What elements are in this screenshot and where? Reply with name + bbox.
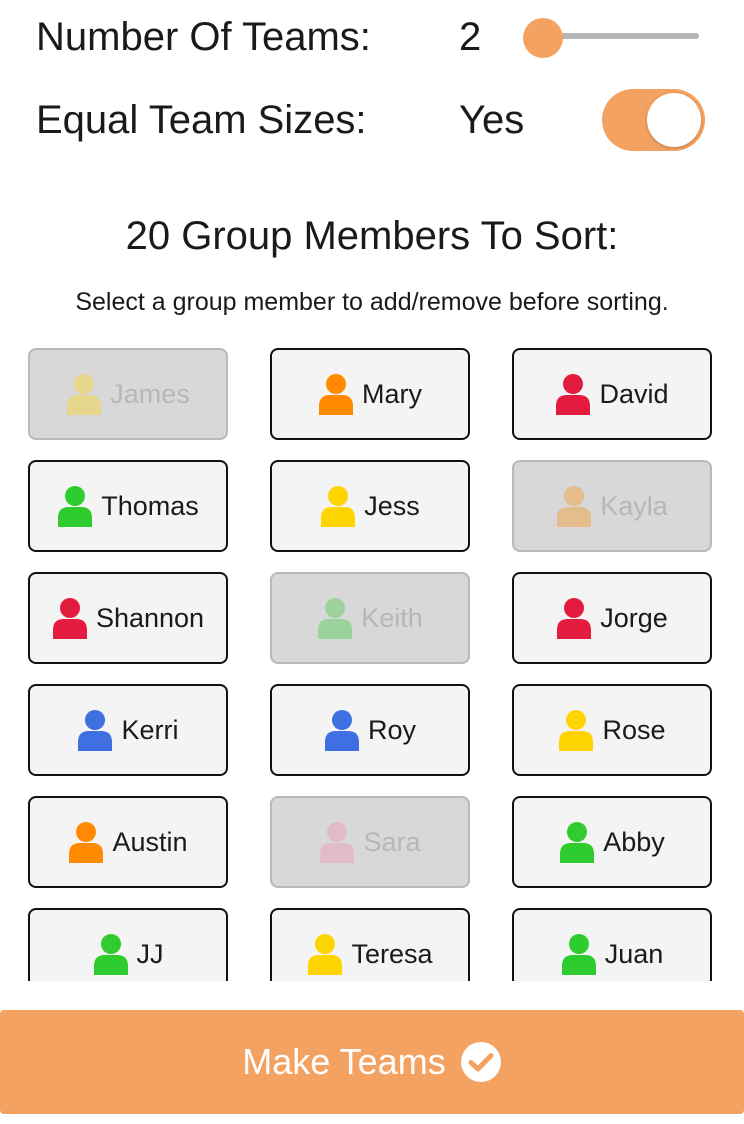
number-of-teams-slider[interactable] — [523, 18, 701, 58]
member-button-kayla[interactable]: Kayla — [512, 460, 712, 552]
member-button-shannon[interactable]: Shannon — [28, 572, 228, 664]
member-button-teresa[interactable]: Teresa — [270, 908, 470, 981]
check-circle-icon — [460, 1042, 501, 1082]
number-of-teams-value: 2 — [459, 15, 482, 59]
toggle-knob[interactable] — [647, 93, 701, 147]
member-button-sara[interactable]: Sara — [270, 796, 470, 888]
member-button-austin[interactable]: Austin — [28, 796, 228, 888]
members-subheading: Select a group member to add/remove befo… — [75, 288, 669, 316]
person-icon — [308, 934, 343, 975]
members-grid: James Mary David Thomas Jess Kayla Shannon Keit… — [28, 348, 712, 981]
member-name: Juan — [604, 938, 664, 969]
member-button-abby[interactable]: Abby — [512, 796, 712, 888]
member-button-rose[interactable]: Rose — [512, 684, 712, 776]
member-name: Teresa — [351, 938, 433, 969]
person-icon — [559, 710, 594, 751]
member-button-jj[interactable]: JJ — [28, 908, 228, 981]
member-button-juan[interactable]: Juan — [512, 908, 712, 981]
member-name: Shannon — [95, 602, 205, 633]
member-button-mary[interactable]: Mary — [270, 348, 470, 440]
member-name: Keith — [361, 602, 423, 633]
person-icon — [67, 374, 102, 415]
member-button-jess[interactable]: Jess — [270, 460, 470, 552]
member-name: Jess — [364, 490, 420, 521]
person-icon — [561, 934, 596, 975]
make-teams-button[interactable]: Make Teams — [0, 1010, 744, 1114]
person-icon — [320, 822, 355, 863]
member-name: Roy — [367, 714, 416, 745]
person-icon — [557, 598, 592, 639]
member-name: Austin — [112, 826, 188, 857]
member-name: JJ — [136, 938, 164, 969]
member-name: James — [110, 378, 190, 409]
person-icon — [556, 374, 591, 415]
person-icon — [321, 486, 356, 527]
members-scroll-area[interactable]: James Mary David Thomas Jess Kayla Shannon Keit… — [0, 340, 744, 981]
equal-team-sizes-value: Yes — [459, 98, 525, 142]
member-button-james[interactable]: James — [28, 348, 228, 440]
person-icon — [69, 822, 104, 863]
slider-thumb[interactable] — [523, 18, 563, 58]
member-button-thomas[interactable]: Thomas — [28, 460, 228, 552]
person-icon — [318, 598, 353, 639]
member-button-david[interactable]: David — [512, 348, 712, 440]
member-button-kerri[interactable]: Kerri — [28, 684, 228, 776]
person-icon — [52, 598, 87, 639]
member-name: Jorge — [600, 602, 668, 633]
member-name: Thomas — [101, 490, 199, 521]
member-button-keith[interactable]: Keith — [270, 572, 470, 664]
member-name: Abby — [603, 826, 665, 857]
person-icon — [557, 486, 592, 527]
equal-team-sizes-toggle[interactable] — [602, 89, 705, 151]
member-name: Kerri — [121, 714, 179, 745]
person-icon — [324, 710, 359, 751]
number-of-teams-label: Number Of Teams: — [36, 15, 371, 59]
member-name: Mary — [362, 378, 422, 409]
person-icon — [58, 486, 93, 527]
person-icon — [78, 710, 113, 751]
member-name: David — [599, 378, 669, 409]
members-heading: 20 Group Members To Sort: — [125, 214, 619, 258]
member-button-jorge[interactable]: Jorge — [512, 572, 712, 664]
member-name: Kayla — [600, 490, 668, 521]
person-icon — [560, 822, 595, 863]
member-name: Sara — [363, 826, 421, 857]
equal-team-sizes-label: Equal Team Sizes: — [36, 98, 367, 142]
member-name: Rose — [602, 714, 666, 745]
person-icon — [319, 374, 353, 415]
member-button-roy[interactable]: Roy — [270, 684, 470, 776]
make-teams-label: Make Teams — [242, 1041, 446, 1082]
person-icon — [93, 934, 128, 975]
